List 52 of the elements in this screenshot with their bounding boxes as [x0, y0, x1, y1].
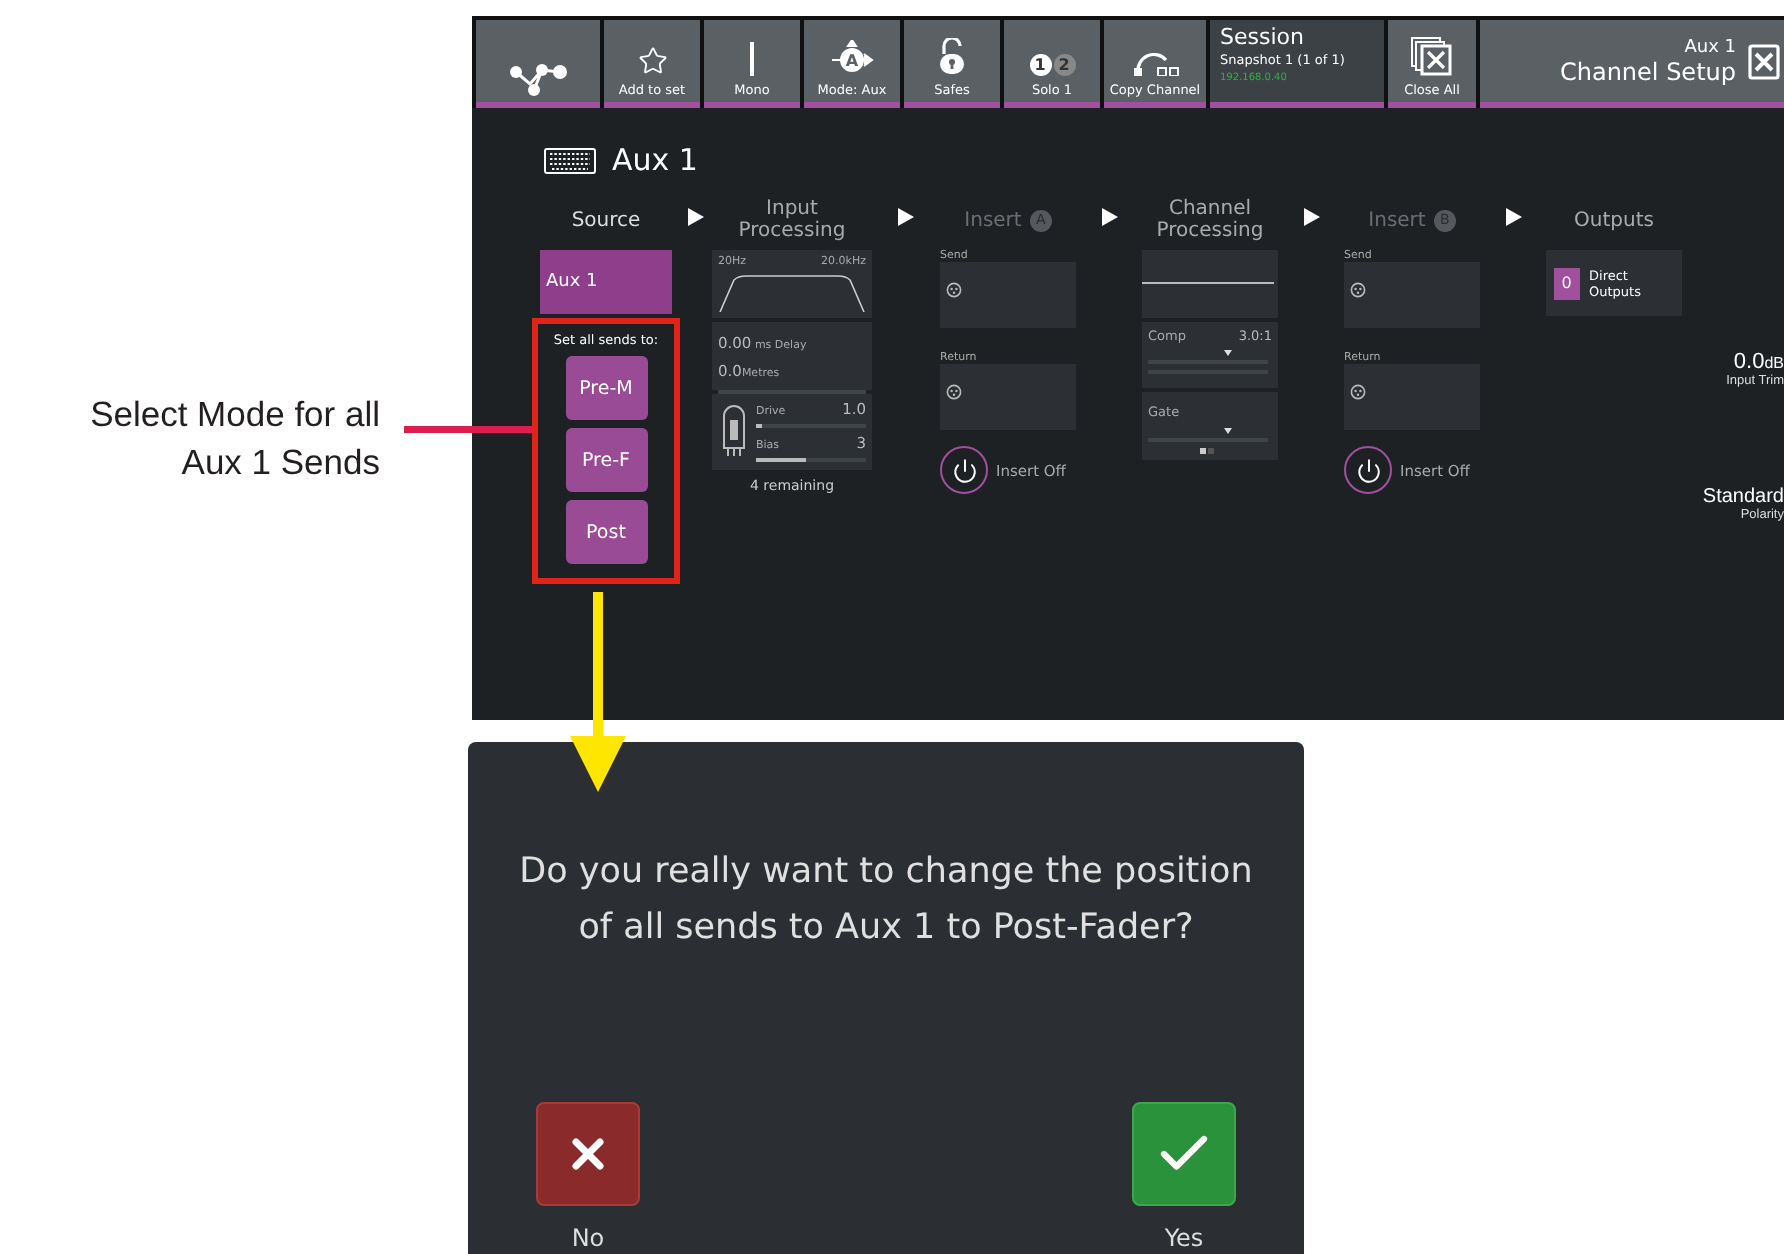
keyboard-icon: [544, 147, 596, 173]
channel-subtitle: Aux 1: [1684, 37, 1736, 57]
toolbar-button[interactable]: [476, 20, 600, 108]
screen-title: Channel Setup: [1559, 57, 1736, 85]
arrow-icon: [1101, 207, 1117, 225]
power-icon: [951, 457, 977, 483]
gate-meter: [1148, 422, 1268, 456]
copy-channel-icon: [1131, 48, 1179, 76]
annotation-text: Select Mode for all Aux 1 Sends: [88, 392, 380, 486]
no-button[interactable]: [536, 1102, 640, 1206]
stage-title: Insert: [1368, 209, 1426, 231]
eq-panel[interactable]: [1142, 250, 1278, 318]
session-title: Session: [1220, 24, 1306, 50]
socket-icon: [1350, 384, 1366, 400]
source-button[interactable]: Aux 1: [540, 250, 672, 314]
stage-title: Source: [571, 209, 641, 231]
yes-button[interactable]: [1132, 1102, 1236, 1206]
dialog-message: Do you really want to change the position of all sends to Aux 1 to Post-Fader?: [517, 850, 1255, 952]
arrow-icon: [1303, 207, 1319, 225]
socket-icon: [946, 282, 962, 298]
channel-name: Aux 1: [612, 142, 698, 178]
arrow-icon: [1505, 207, 1521, 225]
solo-mark: 1: [1029, 54, 1051, 76]
socket-icon: [1350, 282, 1366, 298]
power-button[interactable]: [940, 446, 988, 494]
send-mode-button[interactable]: Pre-F: [565, 428, 647, 492]
power-icon: [1355, 457, 1381, 483]
mode-letter: A: [845, 52, 859, 70]
power-button[interactable]: [1344, 446, 1392, 494]
button-label: No: [571, 1224, 605, 1252]
close-icon[interactable]: [1748, 43, 1780, 79]
arrow-icon: [688, 207, 704, 225]
tube-icon: [722, 404, 746, 456]
stage-title: Outputs: [1574, 209, 1654, 231]
send-mode-button[interactable]: Post: [565, 500, 647, 564]
socket-icon: [946, 384, 962, 400]
button-label: Yes: [1164, 1224, 1204, 1252]
polarity-value: Standard: [1702, 486, 1784, 508]
comp-meter: [1148, 344, 1268, 376]
send-mode-button[interactable]: Pre-M: [565, 356, 647, 420]
stage-title: Insert: [964, 209, 1022, 231]
stage-title: Input Processing: [736, 198, 848, 242]
trim-value: 0.0dB: [1733, 350, 1784, 374]
padlock-icon: [938, 38, 966, 76]
star-icon: [637, 46, 667, 76]
line-icon: [749, 42, 755, 76]
stage-title: Channel Processing: [1154, 198, 1266, 242]
routing-icon: [508, 62, 568, 98]
arrow-icon: [898, 207, 914, 225]
output-count: 0: [1554, 267, 1580, 299]
solo-mark: 2: [1053, 54, 1075, 76]
close-all-icon: [1410, 36, 1454, 76]
